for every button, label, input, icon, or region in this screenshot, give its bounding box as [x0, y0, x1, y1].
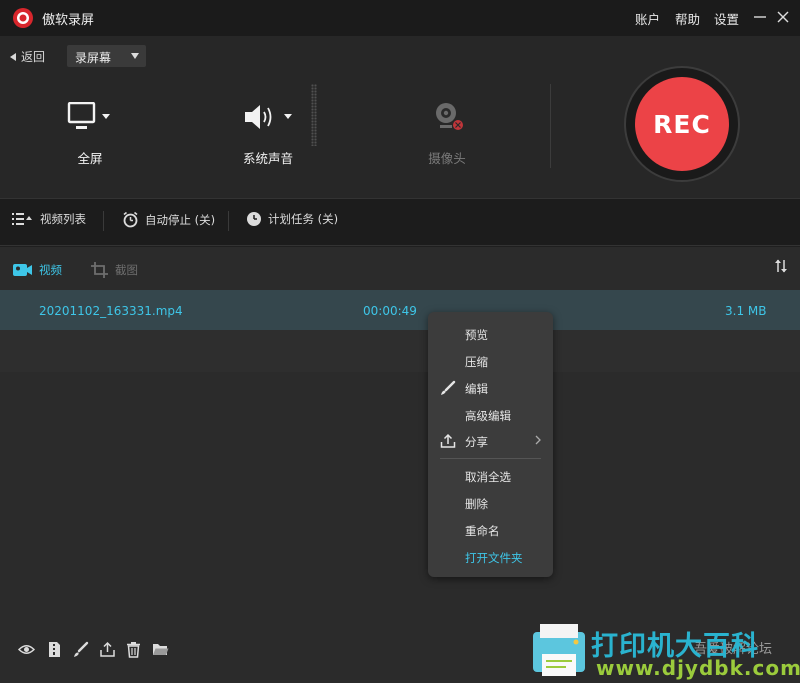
webcam-icon[interactable] — [433, 101, 467, 133]
table-row[interactable]: 20201102_163331.mp4 00:00:49 3.1 MB — [0, 290, 800, 330]
schedule-task-option[interactable]: 计划任务 (关) — [246, 211, 338, 227]
file-name: 20201102_163331.mp4 — [39, 304, 183, 318]
help-menu[interactable]: 帮助 — [675, 9, 700, 28]
video-camera-icon — [13, 264, 32, 276]
crop-icon — [91, 262, 108, 278]
trash-icon[interactable] — [125, 641, 142, 658]
account-menu[interactable]: 账户 — [635, 9, 660, 28]
options-bar — [0, 198, 800, 246]
clock-icon — [247, 212, 261, 226]
menu-item-share[interactable]: 分享 — [465, 434, 488, 450]
auto-stop-option[interactable]: 自动停止 (关) — [122, 211, 215, 228]
eye-icon[interactable] — [18, 641, 35, 658]
divider — [228, 211, 229, 231]
upload-share-icon[interactable] — [99, 641, 116, 658]
settings-menu[interactable]: 设置 — [714, 9, 739, 28]
menu-item-rename[interactable]: 重命名 — [465, 523, 500, 539]
audio-level-meter — [311, 84, 317, 146]
brush-icon[interactable] — [72, 641, 89, 658]
context-menu: 预览 压缩 编辑 高级编辑 分享 取消全选 删除 重命名 打开文件夹 — [428, 312, 553, 577]
tab-screenshot-label: 截图 — [115, 263, 138, 277]
tab-video[interactable]: 视频 — [13, 262, 62, 278]
menu-item-preview[interactable]: 预览 — [465, 327, 488, 343]
upload-share-icon — [440, 433, 456, 448]
folder-icon[interactable] — [152, 641, 169, 658]
video-list-label: 视频列表 — [40, 212, 86, 226]
file-size: 3.1 MB — [725, 304, 767, 318]
schedule-task-label: 计划任务 (关) — [268, 212, 339, 226]
watermark-url-text: www.djydbk.com — [596, 656, 800, 680]
tab-video-label: 视频 — [39, 263, 62, 277]
chevron-right-icon — [535, 435, 541, 445]
back-arrow-icon — [10, 52, 16, 61]
sort-icon[interactable] — [774, 259, 788, 273]
video-list-toggle[interactable]: 视频列表 — [12, 211, 86, 227]
chevron-down-icon — [131, 53, 139, 59]
divider — [550, 84, 551, 168]
speaker-icon[interactable] — [243, 102, 295, 132]
menu-item-delete[interactable]: 删除 — [465, 496, 488, 512]
camera-label[interactable]: 摄像头 — [407, 148, 487, 167]
menu-divider — [440, 458, 541, 459]
file-duration: 00:00:49 — [363, 304, 417, 318]
minimize-icon[interactable] — [751, 8, 769, 26]
back-button[interactable]: 返回 — [10, 48, 45, 65]
record-mode-dropdown[interactable]: 录屏幕 — [67, 45, 146, 67]
record-mode-label: 录屏幕 — [75, 51, 112, 65]
divider — [103, 211, 104, 231]
brush-icon — [441, 380, 456, 395]
rec-button[interactable]: REC — [635, 77, 729, 171]
monitor-icon[interactable] — [67, 102, 115, 132]
menu-item-compress[interactable]: 压缩 — [465, 354, 488, 370]
auto-stop-label: 自动停止 (关) — [145, 212, 216, 227]
app-logo-icon — [13, 8, 33, 28]
back-label: 返回 — [21, 50, 46, 64]
fullscreen-label[interactable]: 全屏 — [50, 148, 130, 167]
compress-file-icon[interactable] — [46, 641, 63, 658]
list-icon — [12, 213, 32, 225]
menu-item-advanced-edit[interactable]: 高级编辑 — [465, 408, 511, 424]
alarm-clock-icon — [123, 211, 138, 228]
system-audio-label[interactable]: 系统声音 — [228, 148, 308, 167]
tab-screenshot[interactable]: 截图 — [91, 262, 138, 278]
menu-item-deselect-all[interactable]: 取消全选 — [465, 469, 511, 485]
close-icon[interactable] — [774, 8, 792, 26]
menu-item-open-folder[interactable]: 打开文件夹 — [465, 550, 523, 566]
menu-item-edit[interactable]: 编辑 — [465, 381, 488, 397]
table-row-empty — [0, 330, 800, 372]
app-title: 傲软录屏 — [42, 13, 95, 28]
